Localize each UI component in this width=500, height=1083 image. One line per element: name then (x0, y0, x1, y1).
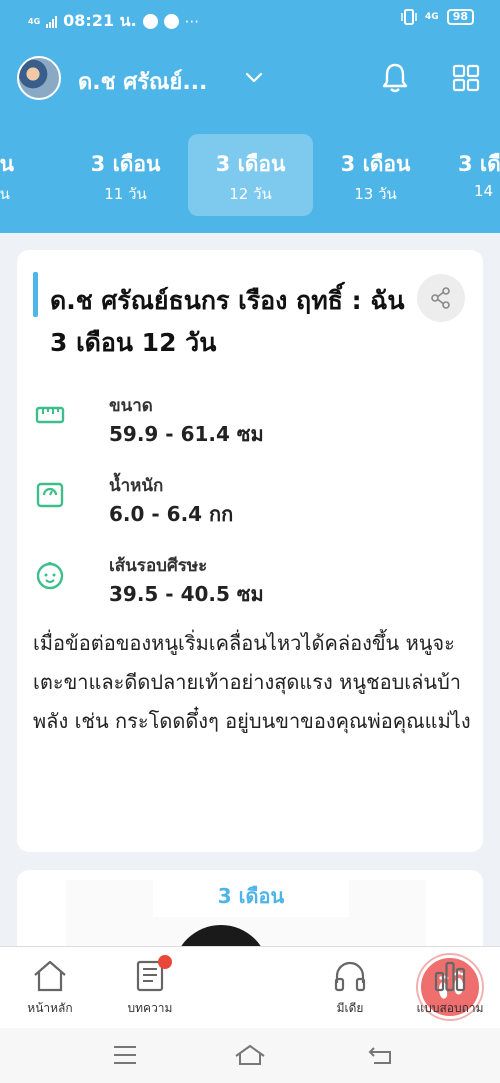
home-icon (34, 960, 66, 992)
more-notifications-icon: ··· (184, 12, 199, 31)
metric-length: ขนาด 59.9 - 61.4 ซม (35, 392, 435, 452)
age-tab-sub: 11 วัน (104, 185, 147, 203)
ruler-icon (35, 406, 65, 424)
nav-survey[interactable]: แบบสอบถาม (400, 947, 500, 1029)
messenger-icon (163, 14, 179, 29)
notification-badge (158, 955, 172, 969)
back-icon[interactable] (368, 1044, 394, 1066)
metric-value: 39.5 - 40.5 ซม (109, 582, 264, 606)
age-tab-main: ือน (0, 152, 14, 176)
age-tab-sub: 12 วัน (229, 185, 272, 203)
top-bar: ด.ช ศรัณย์... (0, 50, 500, 108)
nav-label: มีเดีย (336, 1001, 364, 1015)
nav-articles[interactable]: บทความ (100, 947, 200, 1029)
bar-chart-icon (434, 961, 466, 992)
app-header: 4G 08:21 น. ··· 4G 98 ด.ช ศรัณย์... ือน … (0, 0, 500, 233)
age-tab-main: 3 เดื (458, 152, 500, 176)
metric-label: น้ำหนัก (109, 476, 164, 496)
scale-icon (36, 482, 64, 508)
system-navigation-bar (0, 1028, 500, 1083)
age-tab-selected[interactable]: 3 เดือน 12 วัน (188, 134, 313, 216)
home-system-icon[interactable] (234, 1044, 266, 1066)
nav-label: บทความ (127, 1001, 173, 1015)
app-notification-icon (142, 14, 158, 29)
network-type-right: 4G (425, 12, 439, 22)
card-title: ด.ช ศรัณย์ธนกร เรือง ฤทธิ์ : ฉัน 3 เดือน… (50, 286, 405, 357)
metric-value: 59.9 - 61.4 ซม (109, 422, 264, 446)
child-name[interactable]: ด.ช ศรัณย์... (78, 64, 207, 99)
metric-label: เส้นรอบศีรษะ (109, 556, 208, 576)
bottom-navigation: หน้าหลัก บทความ มีเดีย แบบสอบถาม (0, 946, 500, 1028)
status-bar: 4G 08:21 น. ··· 4G 98 (0, 0, 500, 36)
metric-value: 6.0 - 6.4 กก (109, 502, 234, 526)
age-tab[interactable]: 3 เดือน 13 วัน (313, 134, 438, 216)
age-tab-sub: วัน (0, 185, 10, 203)
age-image-label: 3 เดือน (153, 875, 349, 917)
share-icon (431, 287, 450, 309)
nav-label: หน้าหลัก (27, 1001, 73, 1015)
baby-face-icon (36, 562, 64, 590)
chevron-down-icon[interactable] (243, 66, 265, 88)
age-tab[interactable]: 3 เดื 14 (438, 134, 500, 216)
age-tab-main: 3 เดือน (340, 152, 411, 176)
nav-media[interactable]: มีเดีย (300, 947, 400, 1029)
nav-center[interactable] (200, 947, 482, 1029)
signal-icon (46, 15, 58, 28)
development-description: เมื่อข้อต่อของหนูเริ่มเคลื่อนไหวได้คล่อง… (33, 631, 471, 733)
avatar[interactable] (17, 56, 61, 100)
age-tab[interactable]: ือน วัน (0, 134, 63, 216)
headphones-icon (334, 961, 366, 992)
age-tab-main: 3 เดือน (90, 152, 161, 176)
status-time: 08:21 น. (63, 11, 137, 30)
network-type: 4G (28, 16, 41, 26)
age-tab-sub: 14 (474, 182, 494, 200)
grid-menu-icon[interactable] (452, 64, 480, 92)
battery-level: 98 (446, 9, 474, 25)
menu-icon[interactable] (112, 1044, 138, 1066)
nav-label: แบบสอบถาม (416, 1001, 484, 1015)
development-card: ด.ช ศรัณย์ธนกร เรือง ฤทธิ์ : ฉัน 3 เดือน… (17, 250, 483, 852)
bell-icon[interactable] (380, 62, 410, 94)
age-tabs: ือน วัน 3 เดือน 11 วัน 3 เดือน 12 วัน 3 … (0, 134, 500, 216)
vibrate-icon (401, 9, 417, 25)
age-tab-sub: 13 วัน (354, 185, 397, 203)
metric-head-circumference: เส้นรอบศีรษะ 39.5 - 40.5 ซม (35, 552, 435, 612)
age-tab-main: 3 เดือน (215, 152, 286, 176)
metric-label: ขนาด (109, 396, 153, 416)
share-button[interactable] (417, 274, 465, 322)
metric-weight: น้ำหนัก 6.0 - 6.4 กก (35, 472, 435, 532)
title-accent (33, 272, 38, 317)
age-tab[interactable]: 3 เดือน 11 วัน (63, 134, 188, 216)
nav-home[interactable]: หน้าหลัก (0, 947, 100, 1029)
